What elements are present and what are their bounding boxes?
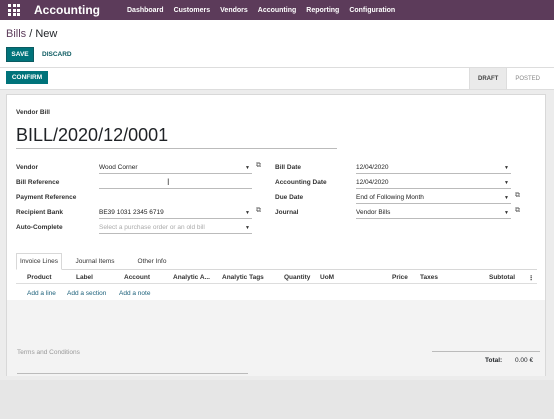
recipient-bank-value: BE39 1031 2345 6719 bbox=[99, 209, 164, 216]
chevron-down-icon: ▼ bbox=[245, 210, 250, 216]
journal-label: Journal bbox=[275, 209, 299, 216]
save-button[interactable]: SAVE bbox=[6, 47, 34, 62]
form-sheet: Vendor Bill BILL/2020/12/0001 Vendor Woo… bbox=[6, 94, 546, 376]
total-value: 0.00 € bbox=[515, 357, 534, 364]
auto-complete-placeholder: Select a purchase order or an old bill bbox=[99, 224, 205, 231]
due-date-field[interactable]: End of Following Month ▼ bbox=[356, 193, 511, 204]
menu-accounting[interactable]: Accounting bbox=[258, 7, 297, 14]
bill-reference-label: Bill Reference bbox=[16, 179, 60, 186]
menu-dashboard[interactable]: Dashboard bbox=[127, 7, 164, 14]
menu-configuration[interactable]: Configuration bbox=[349, 7, 395, 14]
vendor-bill-label: Vendor Bill bbox=[16, 109, 50, 116]
column-options-icon[interactable]: ⋮ bbox=[528, 274, 535, 282]
journal-value: Vendor Bills bbox=[356, 209, 391, 216]
column-header[interactable]: Account bbox=[124, 274, 150, 281]
top-navbar: Accounting Dashboard Customers Vendors A… bbox=[0, 0, 554, 20]
status-posted[interactable]: POSTED bbox=[507, 68, 548, 89]
total-label: Total: bbox=[485, 357, 503, 364]
vendor-value: Wood Corner bbox=[99, 164, 138, 171]
bill-reference-field[interactable] bbox=[99, 178, 252, 189]
column-header[interactable]: Product bbox=[27, 274, 52, 281]
total-divider bbox=[432, 351, 540, 352]
menu-customers[interactable]: Customers bbox=[174, 7, 211, 14]
chevron-down-icon: ▼ bbox=[504, 165, 509, 171]
column-header[interactable]: Subtotal bbox=[489, 274, 515, 281]
column-header[interactable]: Label bbox=[76, 274, 93, 281]
breadcrumb-separator: / bbox=[26, 28, 36, 40]
apps-menu-icon[interactable] bbox=[8, 4, 22, 16]
breadcrumb: Bills / New bbox=[6, 28, 57, 40]
main-menu: Dashboard Customers Vendors Accounting R… bbox=[127, 7, 405, 14]
chevron-down-icon: ▼ bbox=[504, 180, 509, 186]
column-header[interactable]: Analytic A... bbox=[173, 274, 210, 281]
auto-complete-label: Auto-Complete bbox=[16, 224, 63, 231]
add-note-link[interactable]: Add a note bbox=[119, 290, 150, 297]
accounting-date-label: Accounting Date bbox=[275, 179, 327, 186]
external-link-icon[interactable]: ⧉ bbox=[256, 162, 261, 170]
vendor-label: Vendor bbox=[16, 164, 39, 171]
recipient-bank-label: Recipient Bank bbox=[16, 209, 63, 216]
column-header[interactable]: Price bbox=[392, 274, 408, 281]
external-link-icon[interactable]: ⧉ bbox=[515, 192, 520, 200]
accounting-date-field[interactable]: 12/04/2020 ▼ bbox=[356, 178, 511, 189]
status-steps: DRAFT POSTED bbox=[468, 68, 548, 89]
chevron-down-icon: ▼ bbox=[504, 210, 509, 216]
menu-vendors[interactable]: Vendors bbox=[220, 7, 248, 14]
column-header[interactable]: Taxes bbox=[420, 274, 438, 281]
tab-other-info[interactable]: Other Info bbox=[128, 253, 176, 270]
status-draft: DRAFT bbox=[468, 68, 508, 89]
external-link-icon[interactable]: ⧉ bbox=[256, 207, 261, 215]
bill-date-label: Bill Date bbox=[275, 164, 302, 171]
payment-reference-field[interactable] bbox=[99, 193, 252, 204]
tab-journal-items[interactable]: Journal Items bbox=[66, 253, 124, 270]
bill-date-value: 12/04/2020 bbox=[356, 164, 389, 171]
chevron-down-icon: ▼ bbox=[504, 195, 509, 201]
chatter-area bbox=[0, 380, 554, 419]
payment-reference-label: Payment Reference bbox=[16, 194, 77, 201]
text-cursor-icon: I bbox=[167, 177, 170, 187]
recipient-bank-field[interactable]: BE39 1031 2345 6719 ▼ bbox=[99, 208, 252, 219]
vendor-field[interactable]: Wood Corner ▼ bbox=[99, 163, 252, 174]
invoice-lines-header: Product Label Account Analytic A... Anal… bbox=[16, 270, 537, 284]
chevron-down-icon: ▼ bbox=[245, 165, 250, 171]
due-date-value: End of Following Month bbox=[356, 194, 424, 201]
column-header[interactable]: UoM bbox=[320, 274, 334, 281]
column-header[interactable]: Analytic Tags bbox=[222, 274, 264, 281]
external-link-icon[interactable]: ⧉ bbox=[515, 207, 520, 215]
app-brand[interactable]: Accounting bbox=[34, 3, 127, 17]
terms-conditions-field[interactable]: Terms and Conditions bbox=[17, 349, 248, 374]
column-header[interactable]: Quantity bbox=[284, 274, 310, 281]
accounting-date-value: 12/04/2020 bbox=[356, 179, 389, 186]
control-panel: Bills / New SAVE DISCARD bbox=[0, 20, 554, 68]
bill-number-underline bbox=[16, 148, 337, 149]
add-section-link[interactable]: Add a section bbox=[67, 290, 106, 297]
journal-field[interactable]: Vendor Bills ▼ bbox=[356, 208, 511, 219]
bill-number: BILL/2020/12/0001 bbox=[16, 125, 169, 145]
bill-date-field[interactable]: 12/04/2020 ▼ bbox=[356, 163, 511, 174]
breadcrumb-current: New bbox=[35, 28, 58, 40]
add-line-link[interactable]: Add a line bbox=[27, 290, 56, 297]
confirm-button[interactable]: CONFIRM bbox=[6, 71, 48, 84]
status-bar: CONFIRM DRAFT POSTED bbox=[0, 68, 554, 90]
breadcrumb-bills[interactable]: Bills bbox=[6, 28, 26, 40]
menu-reporting[interactable]: Reporting bbox=[306, 7, 339, 14]
tab-invoice-lines[interactable]: Invoice Lines bbox=[16, 253, 62, 270]
chevron-down-icon: ▼ bbox=[245, 225, 250, 231]
discard-button[interactable]: DISCARD bbox=[42, 47, 72, 62]
notebook-tabs: Invoice Lines Journal Items Other Info bbox=[16, 253, 537, 270]
auto-complete-field[interactable]: Select a purchase order or an old bill ▼ bbox=[99, 223, 252, 234]
due-date-label: Due Date bbox=[275, 194, 304, 201]
